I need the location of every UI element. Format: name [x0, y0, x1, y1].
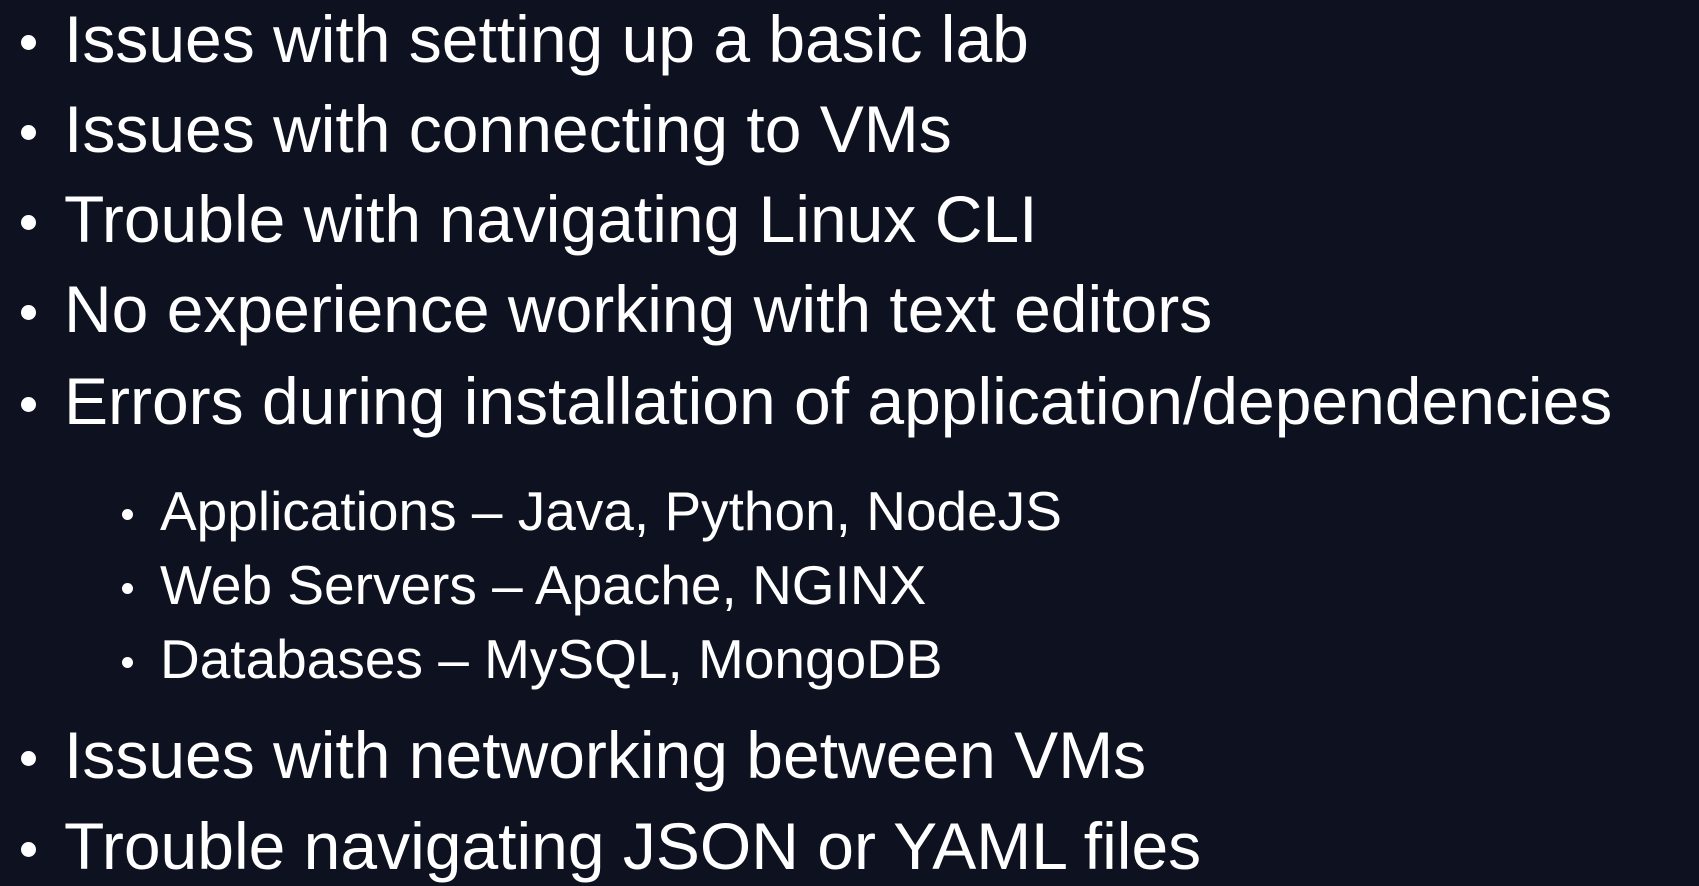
- bullet-dot-icon: [122, 657, 133, 668]
- bullet-dot-icon: [21, 305, 36, 320]
- sub-bullet-item-web-servers: Web Servers – Apache, NGINX: [122, 558, 926, 613]
- bullet-item-lab-setup: Issues with setting up a basic lab: [21, 6, 1029, 72]
- slide: Issues with setting up a basic lab Issue…: [0, 0, 1699, 886]
- bullet-dot-icon: [21, 751, 36, 766]
- bullet-dot-icon: [21, 397, 36, 412]
- bullet-dot-icon: [122, 583, 133, 594]
- bullet-text: Applications – Java, Python, NodeJS: [160, 480, 1062, 542]
- sub-bullet-item-databases: Databases – MySQL, MongoDB: [122, 632, 943, 687]
- bullet-text: No experience working with text editors: [64, 272, 1213, 346]
- bullet-item-networking-vms: Issues with networking between VMs: [21, 722, 1146, 788]
- bullet-text: Web Servers – Apache, NGINX: [160, 554, 927, 616]
- sub-bullet-item-applications: Applications – Java, Python, NodeJS: [122, 484, 1062, 539]
- bullet-item-json-yaml: Trouble navigating JSON or YAML files: [21, 813, 1201, 879]
- bullet-text: Issues with connecting to VMs: [64, 92, 952, 166]
- bullet-text: Issues with networking between VMs: [64, 718, 1147, 792]
- bullet-text: Databases – MySQL, MongoDB: [160, 628, 943, 690]
- bullet-item-text-editors: No experience working with text editors: [21, 276, 1212, 342]
- bullet-item-installation-errors: Errors during installation of applicatio…: [21, 368, 1612, 434]
- bullet-dot-icon: [21, 215, 36, 230]
- bullet-dot-icon: [21, 125, 36, 140]
- bullet-text: Trouble navigating JSON or YAML files: [64, 809, 1202, 883]
- bullet-dot-icon: [21, 842, 36, 857]
- bullet-text: Issues with setting up a basic lab: [64, 2, 1029, 76]
- bullet-text: Errors during installation of applicatio…: [64, 364, 1613, 438]
- bullet-dot-icon: [122, 509, 133, 520]
- bullet-text: Trouble with navigating Linux CLI: [64, 182, 1038, 256]
- bullet-item-connecting-vms: Issues with connecting to VMs: [21, 96, 952, 162]
- bullet-item-linux-cli: Trouble with navigating Linux CLI: [21, 186, 1037, 252]
- bullet-dot-icon: [21, 35, 36, 50]
